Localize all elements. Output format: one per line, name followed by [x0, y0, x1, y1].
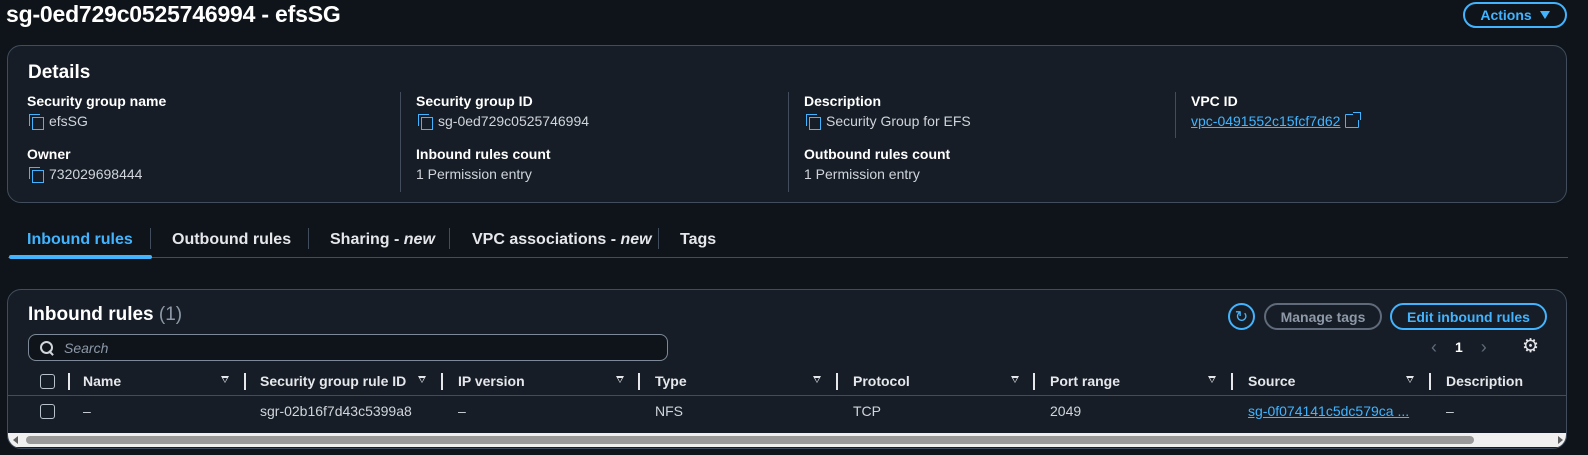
- column-divider[interactable]: [1429, 373, 1431, 390]
- details-column-1: Security group name efsSG Owner 73202969…: [27, 92, 397, 192]
- column-divider[interactable]: [638, 373, 640, 390]
- actions-button[interactable]: Actions: [1463, 2, 1567, 28]
- search-input[interactable]: [64, 339, 654, 356]
- inbound-count: 1 Permission entry: [416, 166, 532, 182]
- sort-down-icon[interactable]: [1011, 376, 1019, 383]
- sort-down-icon[interactable]: [418, 376, 426, 383]
- tab-divider: [308, 228, 309, 249]
- copy-icon[interactable]: [27, 165, 45, 183]
- details-column-2: Security group ID sg-0ed729c0525746994 I…: [400, 92, 788, 192]
- column-header-description[interactable]: Description: [1446, 366, 1523, 396]
- cell-source-link[interactable]: sg-0f074141c5dc579ca ...: [1248, 396, 1409, 426]
- inbound-rules-panel: Inbound rules (1) ↻ Manage tags Edit inb…: [7, 289, 1567, 449]
- settings-gear-icon[interactable]: ⚙: [1522, 337, 1539, 357]
- column-header-rule-id[interactable]: Security group rule ID: [260, 366, 406, 396]
- column-divider[interactable]: [1231, 373, 1233, 390]
- sort-down-icon[interactable]: [221, 376, 229, 383]
- select-all-checkbox[interactable]: [40, 374, 55, 389]
- cell-type: NFS: [655, 403, 683, 419]
- owner-label: Owner: [27, 146, 71, 162]
- pagination: ‹ 1 ›: [1431, 338, 1487, 356]
- sg-name: efsSG: [49, 113, 88, 129]
- chevron-left-icon[interactable]: ‹: [1431, 338, 1437, 356]
- actions-label: Actions: [1480, 7, 1532, 23]
- column-header-name[interactable]: Name: [83, 366, 121, 396]
- copy-icon[interactable]: [804, 112, 822, 130]
- column-header-type[interactable]: Type: [655, 366, 687, 396]
- outbound-count: 1 Permission entry: [804, 166, 920, 182]
- scrollbar-thumb[interactable]: [26, 436, 1474, 444]
- horizontal-scrollbar[interactable]: [8, 433, 1566, 447]
- tab-outbound-rules[interactable]: Outbound rules: [153, 222, 310, 257]
- row-checkbox[interactable]: [40, 404, 55, 419]
- caret-down-icon: [1539, 11, 1550, 19]
- cell-rule-id: sgr-02b16f7d43c5399a8: [260, 403, 412, 419]
- column-divider[interactable]: [68, 373, 70, 390]
- details-column-4: VPC ID vpc-0491552c15fcf7d62: [1175, 92, 1555, 138]
- sort-down-icon[interactable]: [813, 376, 821, 383]
- details-panel: Details Security group name efsSG Owner …: [7, 45, 1567, 203]
- details-column-3: Description Security Group for EFS Outbo…: [788, 92, 1176, 192]
- manage-tags-button[interactable]: Manage tags: [1264, 303, 1382, 330]
- sg-id-value: sg-0ed729c0525746994: [416, 111, 788, 131]
- owner: 732029698444: [49, 166, 143, 182]
- sg-name-value: efsSG: [27, 111, 397, 131]
- table-row[interactable]: – sgr-02b16f7d43c5399a8 – NFS TCP 2049 s…: [8, 396, 1566, 426]
- scroll-right-arrow-icon[interactable]: [1558, 436, 1563, 444]
- tab-bar: Inbound rules Outbound rules Sharing - n…: [8, 222, 1568, 259]
- outbound-count-label: Outbound rules count: [804, 146, 951, 162]
- sg-name-label: Security group name: [27, 93, 167, 109]
- refresh-icon: ↻: [1234, 308, 1249, 326]
- cell-protocol: TCP: [853, 403, 881, 419]
- tab-vpc-associations[interactable]: VPC associations - new: [453, 222, 671, 257]
- cell-port-range: 2049: [1050, 403, 1082, 419]
- refresh-button[interactable]: ↻: [1228, 303, 1255, 330]
- details-heading: Details: [28, 62, 91, 83]
- description-label: Description: [804, 93, 882, 109]
- sort-down-icon[interactable]: [616, 376, 624, 383]
- cell-description: –: [1446, 403, 1454, 419]
- tab-divider: [658, 228, 659, 249]
- scroll-left-arrow-icon[interactable]: [13, 436, 18, 444]
- tab-inbound-rules[interactable]: Inbound rules: [8, 222, 152, 259]
- cell-ip-version: –: [458, 403, 466, 419]
- column-divider[interactable]: [441, 373, 443, 390]
- column-divider[interactable]: [836, 373, 838, 390]
- tab-tags[interactable]: Tags: [661, 222, 735, 257]
- tab-divider: [449, 228, 450, 249]
- copy-icon[interactable]: [416, 112, 434, 130]
- chevron-right-icon[interactable]: ›: [1481, 338, 1487, 356]
- tab-divider: [150, 228, 151, 249]
- edit-inbound-rules-button[interactable]: Edit inbound rules: [1390, 303, 1547, 330]
- column-header-ip-version[interactable]: IP version: [458, 366, 525, 396]
- vpc-id-label: VPC ID: [1191, 93, 1238, 109]
- sg-id: sg-0ed729c0525746994: [438, 113, 590, 129]
- page-number[interactable]: 1: [1455, 339, 1463, 355]
- sg-id-label: Security group ID: [416, 93, 533, 109]
- inbound-count-label: Inbound rules count: [416, 146, 551, 162]
- column-header-source[interactable]: Source: [1248, 366, 1295, 396]
- owner-value: 732029698444: [27, 164, 397, 184]
- sort-down-icon[interactable]: [1208, 376, 1216, 383]
- inbound-rules-heading: Inbound rules (1): [28, 304, 183, 325]
- copy-icon[interactable]: [27, 112, 45, 130]
- description: Security Group for EFS: [826, 113, 971, 129]
- column-header-port-range[interactable]: Port range: [1050, 366, 1120, 396]
- page-title: sg-0ed729c0525746994 - efsSG: [6, 1, 341, 27]
- cell-name: –: [83, 403, 91, 419]
- search-icon: [39, 340, 55, 356]
- search-box: [28, 334, 668, 361]
- column-divider[interactable]: [244, 373, 246, 390]
- table-header: Name Security group rule ID IP version T…: [8, 366, 1566, 396]
- vpc-id-link[interactable]: vpc-0491552c15fcf7d62: [1191, 111, 1340, 131]
- tab-sharing[interactable]: Sharing - new: [311, 222, 454, 257]
- column-header-protocol[interactable]: Protocol: [853, 366, 910, 396]
- external-link-icon: [1345, 112, 1362, 128]
- rules-count: (1): [158, 304, 183, 325]
- description-value: Security Group for EFS: [804, 111, 1176, 131]
- vpc-id-value: vpc-0491552c15fcf7d62: [1191, 111, 1555, 131]
- column-divider[interactable]: [1033, 373, 1035, 390]
- sort-down-icon[interactable]: [1406, 376, 1414, 383]
